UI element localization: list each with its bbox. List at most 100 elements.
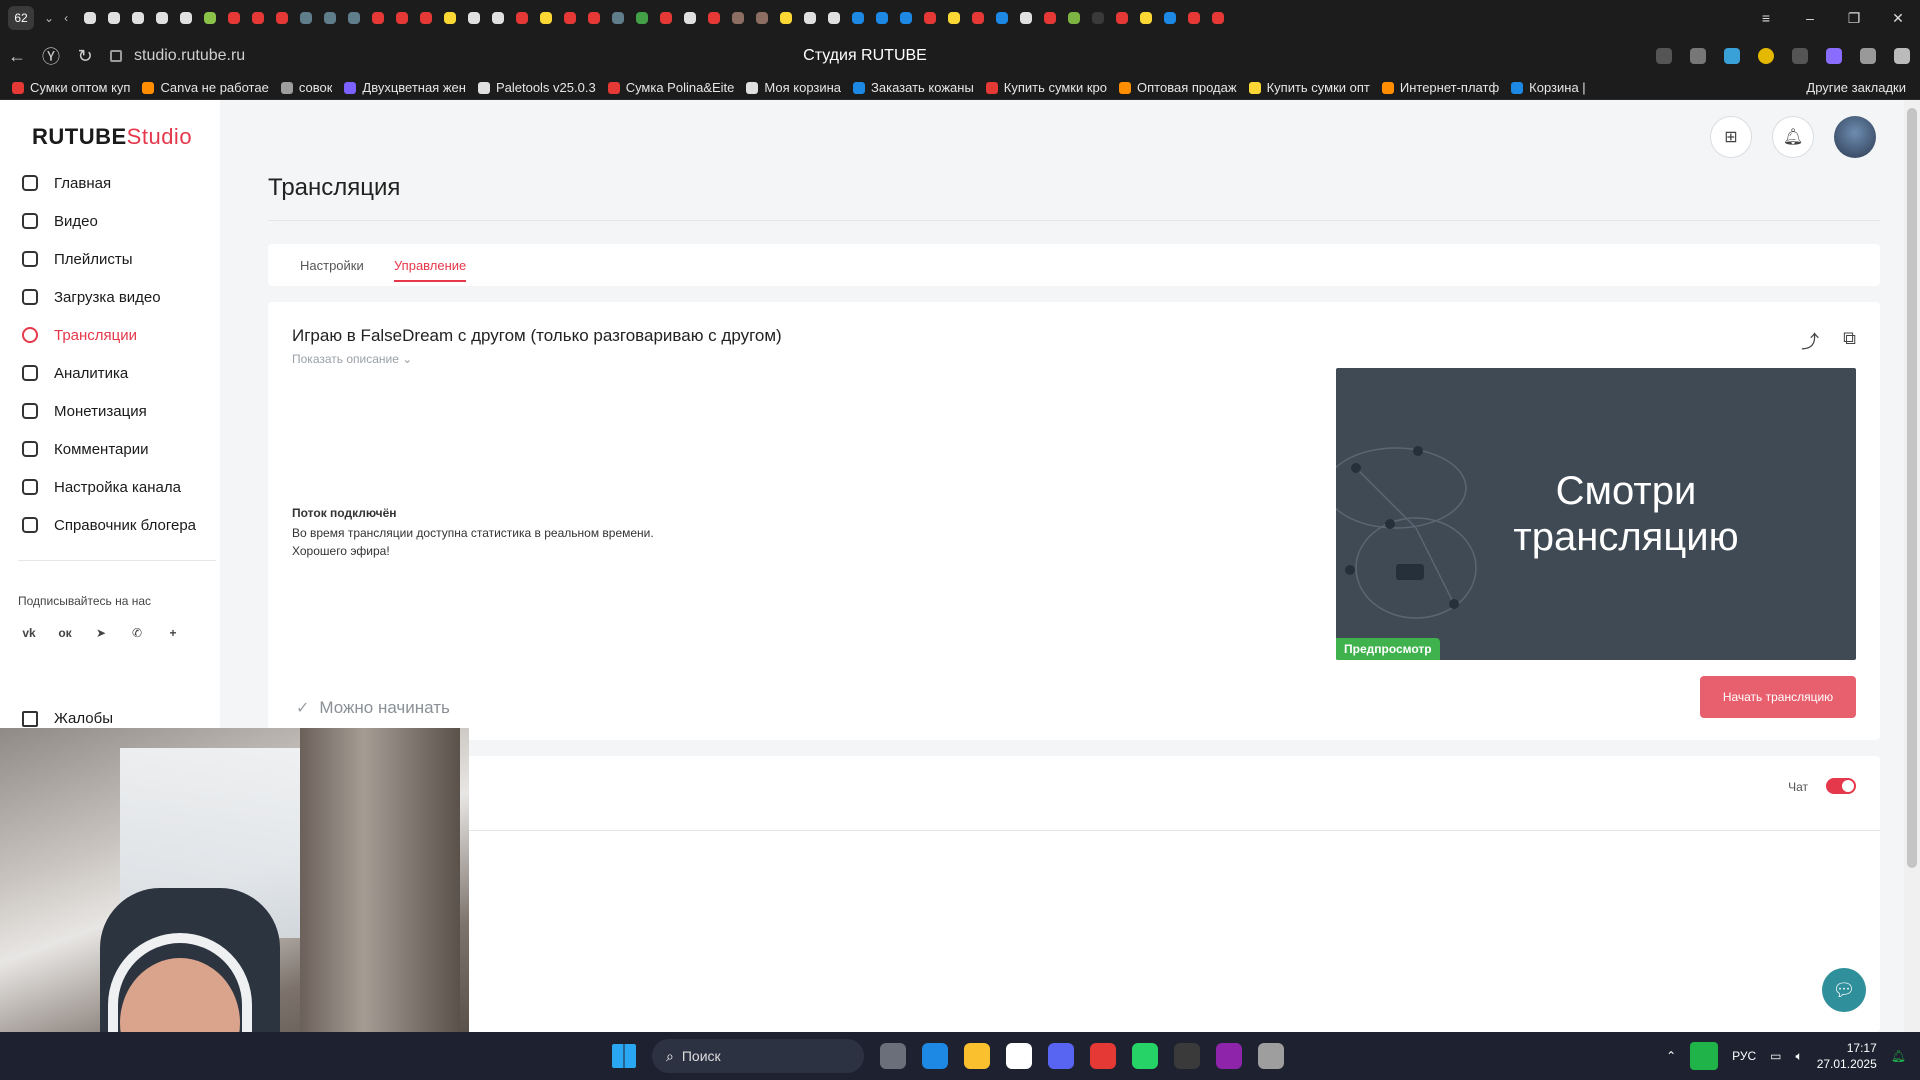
browser-tab-favicon-icon[interactable] xyxy=(516,12,529,24)
more-icon[interactable]: + xyxy=(162,622,184,644)
bookmark-icon[interactable] xyxy=(1690,48,1706,64)
bookmark-item[interactable]: Моя корзина xyxy=(746,80,841,95)
browser-tab-favicon-icon[interactable] xyxy=(684,12,697,24)
sidebar-item[interactable]: Настройка канала xyxy=(0,468,220,506)
browser-tab-favicon-icon[interactable] xyxy=(252,12,265,24)
browser-tab-favicon-icon[interactable] xyxy=(972,12,985,24)
browser-tab-favicon-icon[interactable] xyxy=(900,12,913,24)
sidebar-item[interactable]: Видео xyxy=(0,202,220,240)
bookmark-item[interactable]: Купить сумки кро xyxy=(985,80,1107,95)
page-scrollbar[interactable] xyxy=(1904,100,1920,1032)
browser-tabs[interactable] xyxy=(78,12,1230,24)
browser-tab-favicon-icon[interactable] xyxy=(324,12,337,24)
sidebar-item[interactable]: Монетизация xyxy=(0,392,220,430)
browser-tab-favicon-icon[interactable] xyxy=(228,12,241,24)
back-tab-icon[interactable]: ‹ xyxy=(64,11,68,25)
bookmark-item[interactable]: совок xyxy=(280,80,332,95)
browser-tab-favicon-icon[interactable] xyxy=(132,12,145,24)
ok-icon[interactable]: ок xyxy=(54,622,76,644)
bookmark-item[interactable]: Canva не работае xyxy=(142,80,269,95)
browser-tab-favicon-icon[interactable] xyxy=(156,12,169,24)
browser-tab-favicon-icon[interactable] xyxy=(636,12,649,24)
browser-tab-favicon-icon[interactable] xyxy=(1092,12,1105,24)
task-view-icon[interactable] xyxy=(880,1043,906,1069)
browser-tab-favicon-icon[interactable] xyxy=(660,12,673,24)
browser-tab-favicon-icon[interactable] xyxy=(444,12,457,24)
windows-start-icon[interactable] xyxy=(612,1044,636,1068)
browser-tab-favicon-icon[interactable] xyxy=(180,12,193,24)
reload-icon[interactable]: ↻ xyxy=(68,46,102,67)
chat-toggle[interactable] xyxy=(1826,778,1856,794)
browser-tab-favicon-icon[interactable] xyxy=(1164,12,1177,24)
browser-tab-favicon-icon[interactable] xyxy=(996,12,1009,24)
browser-tab-favicon-icon[interactable] xyxy=(348,12,361,24)
other-bookmarks[interactable]: Другие закладки xyxy=(1806,80,1906,95)
discord-icon[interactable] xyxy=(1048,1043,1074,1069)
browser-tab-favicon-icon[interactable] xyxy=(300,12,313,24)
bookmark-item[interactable]: Оптовая продаж xyxy=(1119,80,1237,95)
sidebar-item[interactable]: Плейлисты xyxy=(0,240,220,278)
explorer-icon[interactable] xyxy=(964,1043,990,1069)
store-icon[interactable] xyxy=(1006,1043,1032,1069)
browser-tab-favicon-icon[interactable] xyxy=(732,12,745,24)
notifications-button[interactable]: 🔔︎ xyxy=(1772,116,1814,158)
start-stream-button[interactable]: Начать трансляцию xyxy=(1700,676,1856,718)
browser-tab-favicon-icon[interactable] xyxy=(492,12,505,24)
show-description-toggle[interactable]: Показать описание ⌄ xyxy=(292,352,412,366)
tab-management[interactable]: Управление xyxy=(394,258,467,282)
extension-icon[interactable] xyxy=(1724,48,1740,64)
support-chat-button[interactable]: 💬︎ xyxy=(1822,968,1866,1012)
sidebar-item[interactable]: Справочник блогера xyxy=(0,506,220,544)
minimize-icon[interactable]: – xyxy=(1788,10,1832,26)
yandex-home-icon[interactable]: Ⓨ xyxy=(34,43,68,69)
browser-tab-favicon-icon[interactable] xyxy=(564,12,577,24)
avatar[interactable] xyxy=(1834,116,1876,158)
scrollbar-thumb[interactable] xyxy=(1907,108,1917,868)
notification-icon[interactable]: 🔔︎ xyxy=(1891,1049,1906,1063)
restore-icon[interactable]: ❐ xyxy=(1832,10,1876,27)
browser-tab-favicon-icon[interactable] xyxy=(204,12,217,24)
chevron-up-icon[interactable]: ⌃ xyxy=(1666,1049,1676,1063)
external-link-icon[interactable]: ⧉ xyxy=(1843,328,1856,354)
obs-icon[interactable] xyxy=(1174,1043,1200,1069)
browser-tab-favicon-icon[interactable] xyxy=(540,12,553,24)
browser-tab-favicon-icon[interactable] xyxy=(108,12,121,24)
sidebar-item[interactable]: Главная xyxy=(0,164,220,202)
sidebar-item[interactable]: Загрузка видео xyxy=(0,278,220,316)
yandex-browser-icon[interactable] xyxy=(1090,1043,1116,1069)
browser-tab-favicon-icon[interactable] xyxy=(1212,12,1225,24)
microphone-icon[interactable] xyxy=(1690,1042,1719,1070)
winrar-icon[interactable] xyxy=(1216,1043,1242,1069)
browser-tab-favicon-icon[interactable] xyxy=(1020,12,1033,24)
bookmark-item[interactable]: Интернет-платф xyxy=(1381,80,1499,95)
browser-tab-favicon-icon[interactable] xyxy=(1188,12,1201,24)
telegram-icon[interactable]: ➤ xyxy=(90,622,112,644)
upload-button[interactable]: ⊞ xyxy=(1710,116,1752,158)
browser-tab-favicon-icon[interactable] xyxy=(948,12,961,24)
bookmark-item[interactable]: Сумка Polina&Eite xyxy=(607,80,734,95)
browser-tab-favicon-icon[interactable] xyxy=(852,12,865,24)
extension-icon[interactable] xyxy=(1826,48,1842,64)
share-icon[interactable]: ⤴ xyxy=(1801,328,1819,354)
rutube-studio-logo[interactable]: RUTUBEStudio xyxy=(32,124,192,150)
network-icon[interactable]: ▭ xyxy=(1770,1049,1781,1063)
extension-icon[interactable] xyxy=(1758,48,1774,64)
extension-icon[interactable] xyxy=(1792,48,1808,64)
bookmark-item[interactable]: Сумки оптом куп xyxy=(12,80,130,95)
edge-icon[interactable] xyxy=(922,1043,948,1069)
whatsapp-icon[interactable] xyxy=(1132,1043,1158,1069)
chevron-down-icon[interactable]: ⌄ xyxy=(44,11,54,25)
bookmark-item[interactable]: Корзина | xyxy=(1511,80,1586,95)
taskbar-search[interactable]: ⌕ Поиск xyxy=(652,1039,864,1073)
download-icon[interactable] xyxy=(1894,48,1910,64)
browser-tab-favicon-icon[interactable] xyxy=(468,12,481,24)
bookmark-item[interactable]: Купить сумки опт xyxy=(1248,80,1370,95)
extensions-icon[interactable] xyxy=(1656,48,1672,64)
close-icon[interactable]: ✕ xyxy=(1876,10,1920,27)
browser-tab-favicon-icon[interactable] xyxy=(372,12,385,24)
sidebar-item[interactable]: Аналитика xyxy=(0,354,220,392)
tab-settings[interactable]: Настройки xyxy=(300,258,364,273)
browser-tab-favicon-icon[interactable] xyxy=(276,12,289,24)
browser-tab-favicon-icon[interactable] xyxy=(588,12,601,24)
collections-icon[interactable] xyxy=(1860,48,1876,64)
